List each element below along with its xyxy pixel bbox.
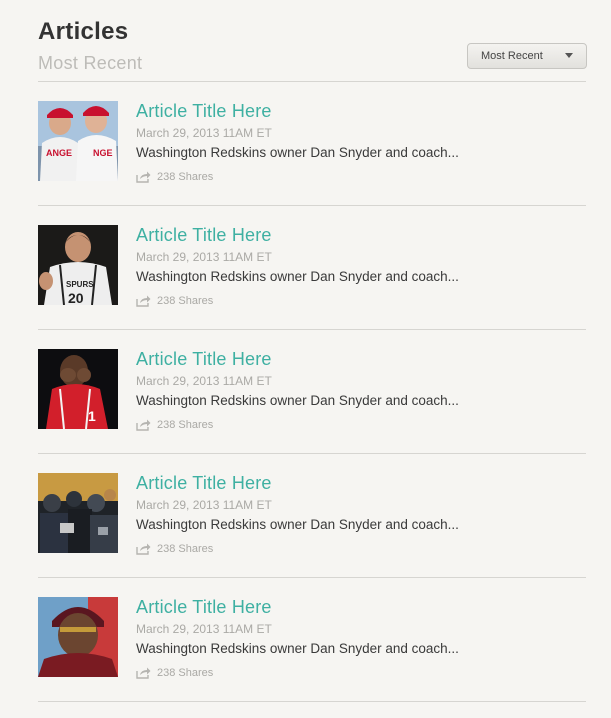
article-date: March 29, 2013 11AM ET (136, 250, 272, 264)
divider (38, 701, 586, 702)
divider (38, 577, 586, 578)
article-thumbnail[interactable] (38, 597, 118, 677)
share-icon (136, 543, 151, 555)
divider (38, 329, 586, 330)
article-shares-count: 238 Shares (157, 667, 214, 679)
article-date: March 29, 2013 11AM ET (136, 622, 272, 636)
share-icon (136, 419, 151, 431)
article-item: ANGE NGE Article Title Here March 29, 20… (38, 101, 586, 201)
divider (38, 81, 586, 82)
article-summary: Washington Redskins owner Dan Snyder and… (136, 517, 459, 532)
divider (38, 205, 586, 206)
article-summary: Washington Redskins owner Dan Snyder and… (136, 269, 459, 284)
article-shares[interactable]: 238 Shares (136, 419, 213, 431)
article-title[interactable]: Article Title Here (136, 473, 272, 494)
article-thumbnail[interactable]: 1 (38, 349, 118, 429)
svg-text:NGE: NGE (93, 148, 113, 158)
article-summary: Washington Redskins owner Dan Snyder and… (136, 393, 459, 408)
page-title: Articles (38, 18, 129, 45)
article-item: Article Title Here March 29, 2013 11AM E… (38, 473, 586, 573)
article-thumbnail[interactable]: ANGE NGE (38, 101, 118, 181)
article-shares[interactable]: 238 Shares (136, 295, 213, 307)
share-icon (136, 295, 151, 307)
article-shares-count: 238 Shares (157, 419, 214, 431)
share-icon (136, 171, 151, 183)
article-shares[interactable]: 238 Shares (136, 171, 213, 183)
share-icon (136, 667, 151, 679)
article-item: Article Title Here March 29, 2013 11AM E… (38, 597, 586, 697)
article-date: March 29, 2013 11AM ET (136, 498, 272, 512)
article-title[interactable]: Article Title Here (136, 597, 272, 618)
page-subtitle: Most Recent (38, 53, 143, 73)
article-shares[interactable]: 238 Shares (136, 667, 213, 679)
articles-page: Articles Most Recent Most Recent ANGE NG… (0, 0, 611, 718)
svg-text:1: 1 (88, 408, 96, 424)
caret-down-icon (565, 53, 573, 58)
article-thumbnail[interactable] (38, 473, 118, 553)
article-item: 1 Article Title Here March 29, 2013 11AM… (38, 349, 586, 449)
article-title[interactable]: Article Title Here (136, 225, 272, 246)
article-shares-count: 238 Shares (157, 171, 214, 183)
svg-text:ANGE: ANGE (46, 148, 72, 158)
article-title[interactable]: Article Title Here (136, 101, 272, 122)
svg-text:SPURS: SPURS (66, 280, 94, 289)
article-summary: Washington Redskins owner Dan Snyder and… (136, 145, 459, 160)
article-shares[interactable]: 238 Shares (136, 543, 213, 555)
article-shares-count: 238 Shares (157, 295, 214, 307)
sort-dropdown-label: Most Recent (481, 50, 543, 62)
article-summary: Washington Redskins owner Dan Snyder and… (136, 641, 459, 656)
svg-text:20: 20 (68, 290, 84, 305)
article-title[interactable]: Article Title Here (136, 349, 272, 370)
article-date: March 29, 2013 11AM ET (136, 126, 272, 140)
article-thumbnail[interactable]: SPURS 20 (38, 225, 118, 305)
article-item: SPURS 20 Article Title Here March 29, 20… (38, 225, 586, 325)
sort-dropdown[interactable]: Most Recent (467, 43, 587, 69)
article-shares-count: 238 Shares (157, 543, 214, 555)
article-date: March 29, 2013 11AM ET (136, 374, 272, 388)
divider (38, 453, 586, 454)
